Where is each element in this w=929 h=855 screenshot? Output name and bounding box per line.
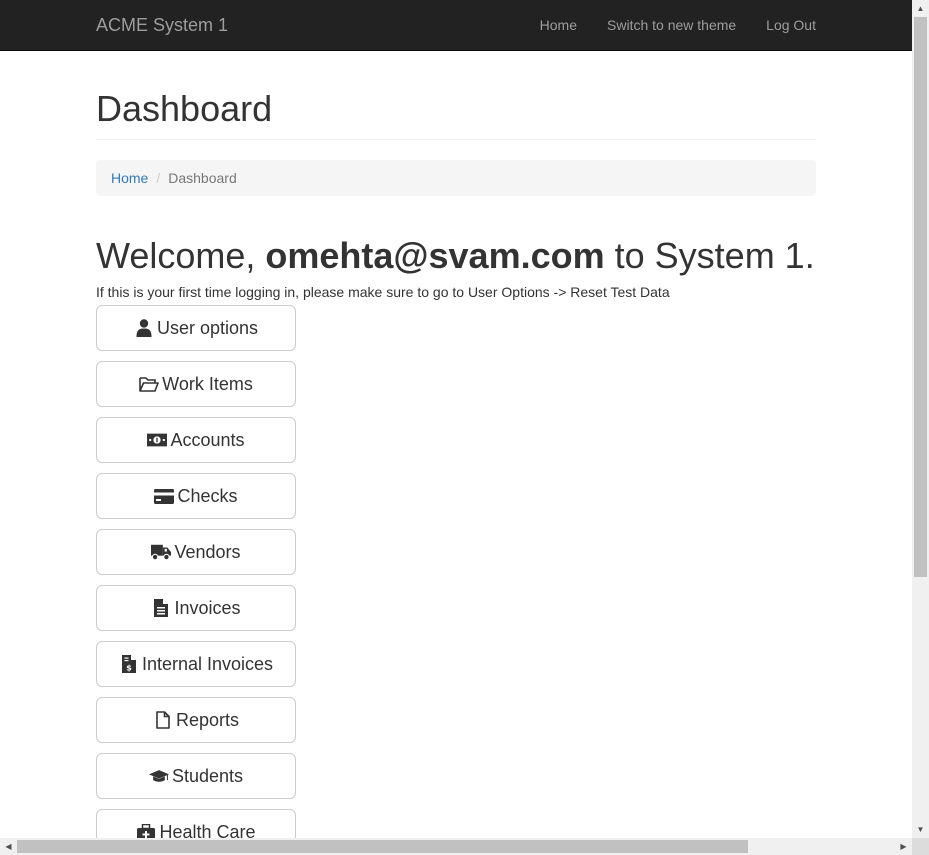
breadcrumb-separator: / [156,170,161,186]
checks-label: Checks [177,485,238,506]
user-options-label: User options [156,317,259,338]
scroll-left-icon[interactable]: ◀ [0,838,17,855]
folder-open-icon [139,375,159,393]
students-label: Students [171,765,244,786]
work-items-label: Work Items [162,373,253,394]
students-button[interactable]: Students [96,753,296,799]
scrollbar-corner [912,838,929,855]
health-care-button[interactable]: Health Care [96,809,296,838]
reports-label: Reports [175,709,240,730]
invoices-label: Invoices [174,597,241,618]
internal-invoices-label: Internal Invoices [141,653,274,674]
menu-buttons: User options Work Items Accounts Checks [96,305,816,838]
welcome-prefix: Welcome, [96,235,266,276]
brand-link[interactable]: ACME System 1 [96,14,228,36]
accounts-label: Accounts [170,429,245,450]
scroll-down-icon[interactable]: ▼ [912,821,929,838]
checks-button[interactable]: Checks [96,473,296,519]
top-navbar: ACME System 1 Home Switch to new theme L… [0,0,912,51]
scroll-right-icon[interactable]: ▶ [895,838,912,855]
welcome-user: omehta@svam.com [265,235,605,276]
vendors-label: Vendors [174,541,241,562]
work-items-button[interactable]: Work Items [96,361,296,407]
welcome-heading: Welcome, omehta@svam.com to System 1. [96,234,816,278]
invoices-button[interactable]: Invoices [96,585,296,631]
svg-text:$: $ [126,664,132,673]
user-icon [134,319,154,337]
scroll-up-icon[interactable]: ▲ [912,0,929,17]
user-options-button[interactable]: User options [96,305,296,351]
internal-invoices-button[interactable]: $ Internal Invoices [96,641,296,687]
health-care-label: Health Care [159,821,256,839]
first-login-hint: If this is your first time logging in, p… [96,284,670,300]
graduation-cap-icon [148,767,169,785]
credit-card-icon [154,487,175,505]
page-title: Dashboard [96,89,816,140]
vendors-button[interactable]: Vendors [96,529,296,575]
breadcrumb: Home / Dashboard [96,160,816,196]
money-icon [147,431,168,449]
file-icon [153,711,173,729]
browser-viewport: ACME System 1 Home Switch to new theme L… [0,0,912,838]
file-text-icon [151,599,171,617]
horizontal-scroll-thumb[interactable] [17,840,748,853]
vertical-scrollbar[interactable]: ▲ ▼ [912,0,929,838]
nav-logout-link[interactable]: Log Out [751,0,816,50]
accounts-button[interactable]: Accounts [96,417,296,463]
main-container: Dashboard Home / Dashboard Welcome, omeh… [96,51,816,838]
horizontal-scrollbar[interactable]: ◀ ▶ [0,838,912,855]
breadcrumb-current: Dashboard [168,170,237,186]
medkit-icon [136,823,156,838]
breadcrumb-home-link[interactable]: Home [111,170,148,186]
vertical-scroll-thumb[interactable] [914,17,927,577]
file-invoice-dollar-icon: $ [119,655,139,673]
truck-icon [151,543,172,561]
reports-button[interactable]: Reports [96,697,296,743]
nav-home-link[interactable]: Home [525,0,592,50]
nav-switch-theme-link[interactable]: Switch to new theme [592,0,751,50]
nav-links: Home Switch to new theme Log Out [525,0,816,50]
welcome-suffix: to System 1. [604,235,815,276]
